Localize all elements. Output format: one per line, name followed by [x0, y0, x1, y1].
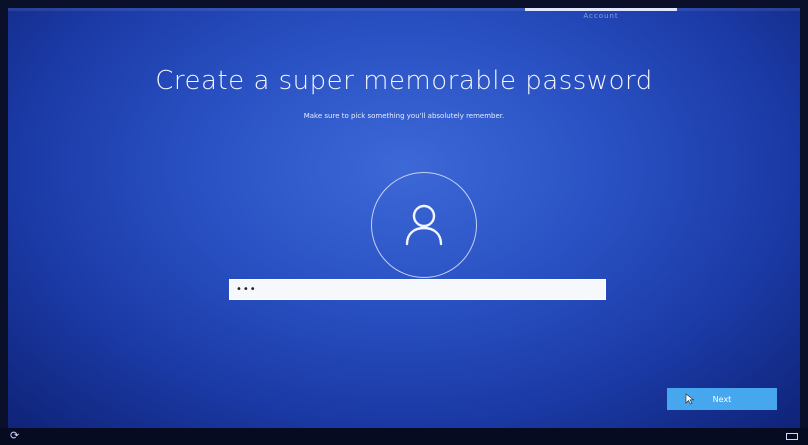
- section-label: Account: [583, 12, 619, 20]
- password-field[interactable]: •••: [229, 279, 606, 300]
- setup-screen: Account Create a super memorable passwor…: [8, 8, 800, 428]
- avatar: [371, 172, 477, 278]
- page-subtitle: Make sure to pick something you'll absol…: [303, 112, 505, 120]
- mouse-pointer-icon: [685, 393, 695, 405]
- photo-frame: Account Create a super memorable passwor…: [0, 0, 808, 445]
- next-button[interactable]: Next: [667, 388, 777, 410]
- progress-indicator: [525, 8, 677, 11]
- next-button-label: Next: [712, 395, 732, 404]
- password-value: •••: [236, 284, 257, 295]
- user-icon: [405, 204, 443, 246]
- keyboard-icon[interactable]: [786, 433, 798, 440]
- ease-of-access-icon[interactable]: ⟳: [10, 430, 22, 442]
- progress-track: [8, 8, 800, 11]
- page-title: Create a super memorable password: [155, 66, 653, 96]
- bottom-bar: [0, 428, 808, 445]
